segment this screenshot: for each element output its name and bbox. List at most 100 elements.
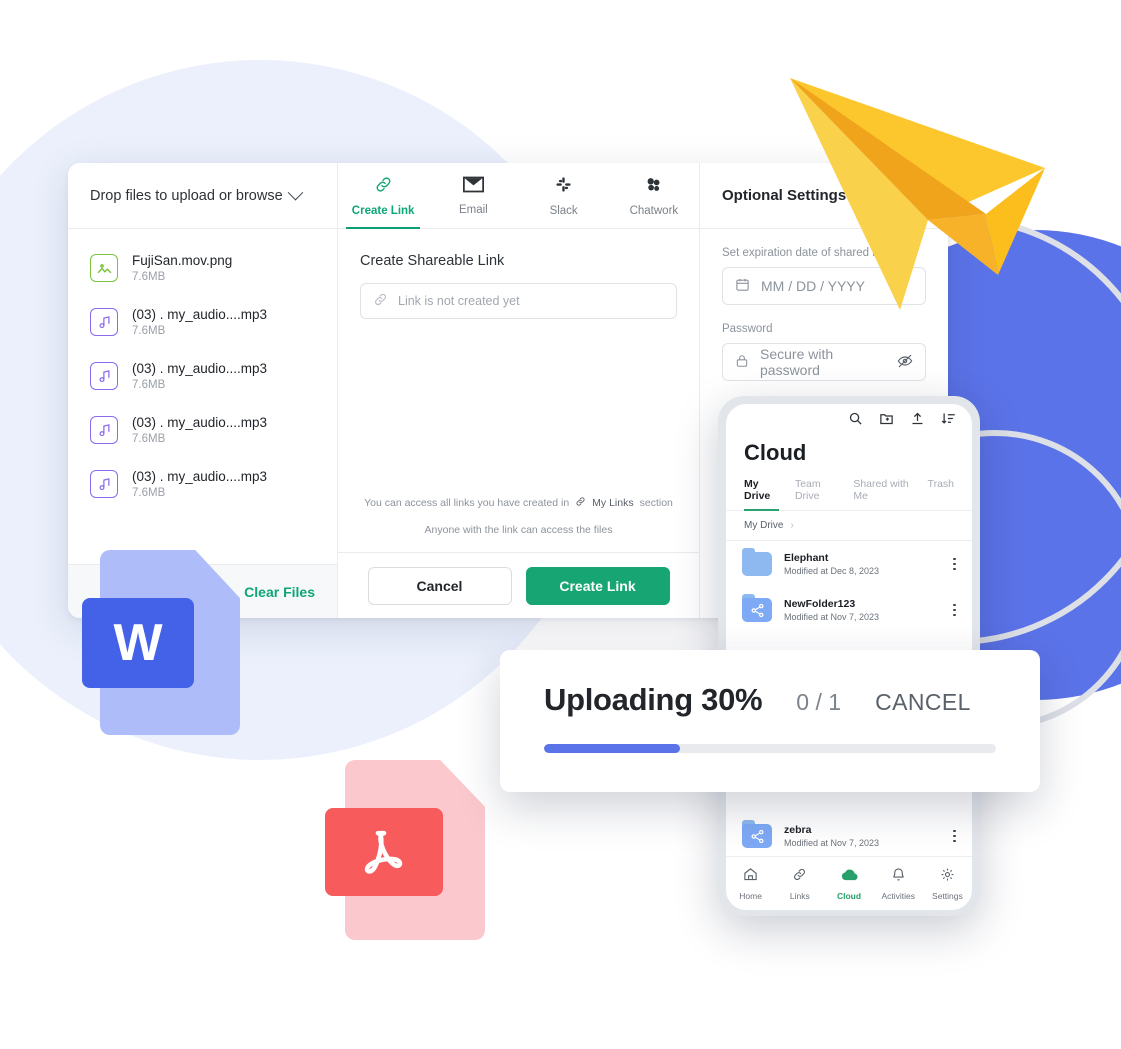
list-item[interactable]: FujiSan.mov.png 7.6MB xyxy=(68,241,337,295)
password-input[interactable]: Secure with password xyxy=(722,343,926,381)
create-link-button[interactable]: Create Link xyxy=(525,566,670,605)
password-placeholder: Secure with password xyxy=(760,346,834,378)
audio-file-icon xyxy=(90,416,118,444)
shared-folder-icon xyxy=(742,594,772,622)
tab-slack[interactable]: Slack xyxy=(519,163,609,228)
list-item[interactable]: (03) . my_audio....mp3 7.6MB xyxy=(68,295,337,349)
overflow-menu-icon[interactable] xyxy=(953,603,956,617)
upload-cancel-button[interactable]: CANCEL xyxy=(875,689,971,716)
link-icon xyxy=(575,496,586,510)
note-prefix: You can access all links you have create… xyxy=(364,497,570,509)
tab-label: Chatwork xyxy=(629,204,679,217)
file-size: 7.6MB xyxy=(132,379,166,391)
nav-label: Home xyxy=(739,890,762,901)
access-note: Anyone with the link can access the file… xyxy=(424,524,613,536)
upload-progress-track xyxy=(544,744,996,753)
tab-chatwork[interactable]: Chatwork xyxy=(609,163,699,228)
audio-file-icon xyxy=(90,362,118,390)
list-item[interactable]: (03) . my_audio....mp3 7.6MB xyxy=(68,457,337,511)
search-icon[interactable] xyxy=(848,411,863,431)
folder-icon xyxy=(742,548,772,576)
tab-label: Slack xyxy=(549,204,578,217)
share-notes: You can access all links you have create… xyxy=(360,496,677,552)
list-item[interactable]: zebra Modified at Nov 7, 2023 xyxy=(726,813,972,856)
nav-label: Settings xyxy=(932,890,963,901)
nav-item-activities[interactable]: Activities xyxy=(874,867,923,901)
home-icon xyxy=(743,867,758,887)
tab-label: Create Link xyxy=(351,204,415,217)
file-size: 7.6MB xyxy=(132,433,166,445)
gear-icon xyxy=(940,867,955,887)
list-item[interactable]: (03) . my_audio....mp3 7.6MB xyxy=(68,349,337,403)
list-item[interactable]: (03) . my_audio....mp3 7.6MB xyxy=(68,403,337,457)
drop-files-label: Drop files to upload or browse xyxy=(90,187,283,204)
pdf-document-graphic xyxy=(325,760,485,940)
drive-item-modified: Modified at Nov 7, 2023 xyxy=(784,838,880,848)
my-links-note: You can access all links you have create… xyxy=(360,496,677,510)
nav-item-home[interactable]: Home xyxy=(726,867,775,901)
illustration-stage: Drop files to upload or browse FujiSan.m… xyxy=(0,0,1121,1049)
share-section-title: Create Shareable Link xyxy=(360,253,505,269)
phone-tab-trash[interactable]: Trash xyxy=(928,478,954,510)
file-meta: (03) . my_audio....mp3 7.6MB xyxy=(132,307,267,337)
file-size: 7.6MB xyxy=(132,487,166,499)
eye-off-icon[interactable] xyxy=(897,353,913,372)
list-item[interactable]: NewFolder123 Modified at Nov 7, 2023 xyxy=(726,587,972,633)
file-name: (03) . my_audio....mp3 xyxy=(132,415,268,430)
file-name: (03) . my_audio....mp3 xyxy=(132,307,268,322)
chatwork-icon xyxy=(644,175,663,199)
nav-item-links[interactable]: Links xyxy=(775,867,824,901)
drive-item-meta: Elephant Modified at Dec 8, 2023 xyxy=(784,552,941,576)
phone-tab-shared-with-me[interactable]: Shared with Me xyxy=(853,478,911,510)
drive-item-name: Elephant xyxy=(784,552,829,564)
share-body: Create Shareable Link Link is not create… xyxy=(338,229,699,552)
phone-tab-my-drive[interactable]: My Drive xyxy=(744,478,779,511)
shareable-link-field[interactable]: Link is not created yet xyxy=(360,283,677,319)
file-size: 7.6MB xyxy=(132,271,166,283)
uploaded-file-list: FujiSan.mov.png 7.6MB (03) . my_audio...… xyxy=(68,229,337,564)
chevron-right-icon: › xyxy=(790,520,794,531)
list-item[interactable]: Elephant Modified at Dec 8, 2023 xyxy=(726,541,972,587)
new-folder-icon[interactable] xyxy=(879,411,894,431)
file-meta: FujiSan.mov.png 7.6MB xyxy=(132,253,232,283)
upload-icon[interactable] xyxy=(910,411,925,431)
breadcrumb: My Drive › xyxy=(726,511,972,541)
drive-item-modified: Modified at Dec 8, 2023 xyxy=(784,566,880,576)
bell-icon xyxy=(891,867,906,887)
breadcrumb-item[interactable]: My Drive xyxy=(744,520,783,531)
my-links-link[interactable]: My Links xyxy=(592,497,633,509)
word-document-graphic: W xyxy=(82,550,240,735)
drop-files-header[interactable]: Drop files to upload or browse xyxy=(68,163,337,229)
file-meta: (03) . my_audio....mp3 7.6MB xyxy=(132,361,267,391)
shareable-link-placeholder: Link is not created yet xyxy=(398,294,520,308)
phone-toolbar xyxy=(726,404,972,438)
upload-progress-toast: Uploading 30% 0 / 1 CANCEL xyxy=(500,650,1040,792)
link-icon xyxy=(373,292,388,310)
link-icon xyxy=(374,175,393,199)
cancel-button[interactable]: Cancel xyxy=(367,566,512,605)
file-name: (03) . my_audio....mp3 xyxy=(132,469,268,484)
upload-toast-header: Uploading 30% 0 / 1 CANCEL xyxy=(544,682,996,718)
chevron-down-icon xyxy=(287,184,303,201)
overflow-menu-icon[interactable] xyxy=(953,829,956,843)
tab-email[interactable]: Email xyxy=(428,163,518,228)
envelope-icon xyxy=(462,176,484,198)
file-name: (03) . my_audio....mp3 xyxy=(132,361,268,376)
nav-item-cloud[interactable]: Cloud xyxy=(824,867,873,901)
nav-label: Cloud xyxy=(836,890,862,901)
overflow-menu-icon[interactable] xyxy=(953,557,956,571)
file-meta: (03) . my_audio....mp3 7.6MB xyxy=(132,415,267,445)
file-size: 7.6MB xyxy=(132,325,166,337)
share-panel: Create Link Email Slack Chatwork Create … xyxy=(338,163,700,618)
phone-tab-team-drive[interactable]: Team Drive xyxy=(795,478,837,510)
sort-icon[interactable] xyxy=(941,411,956,431)
clear-files-button[interactable]: Clear Files xyxy=(244,584,315,600)
tab-create-link[interactable]: Create Link xyxy=(338,163,428,229)
audio-file-icon xyxy=(90,470,118,498)
nav-item-settings[interactable]: Settings xyxy=(923,867,972,901)
slack-icon xyxy=(554,175,573,199)
calendar-icon xyxy=(735,277,750,295)
upload-progress-fill xyxy=(544,744,680,753)
tab-label: Email xyxy=(458,203,488,216)
acrobat-icon xyxy=(325,808,443,896)
